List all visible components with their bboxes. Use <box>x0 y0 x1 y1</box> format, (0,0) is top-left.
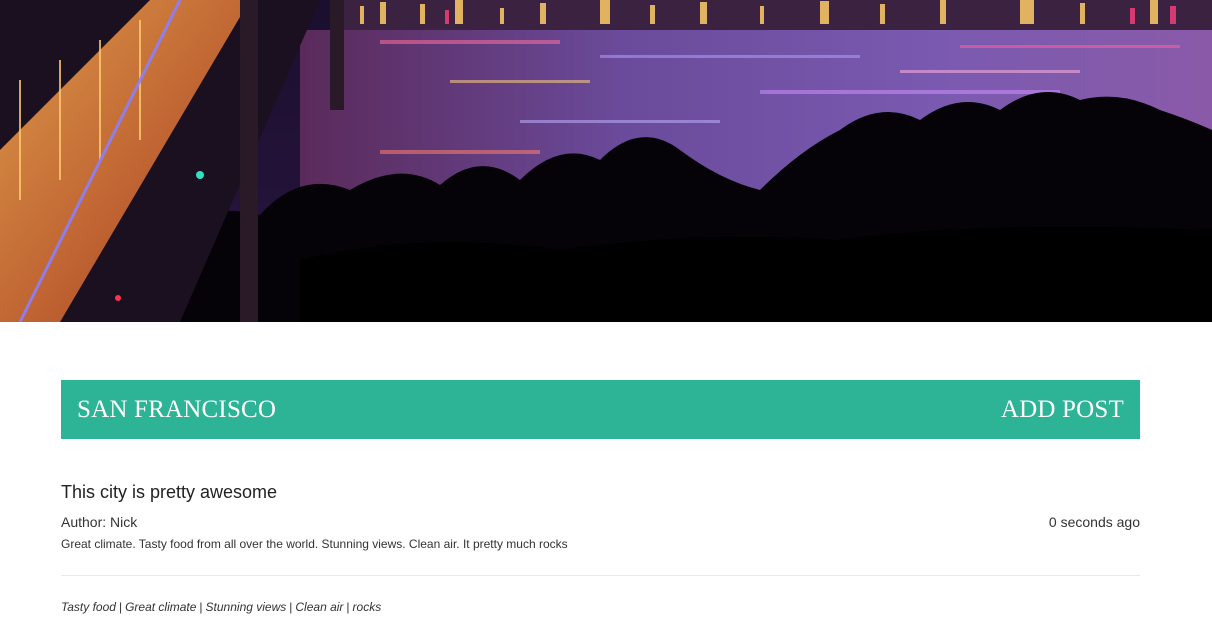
add-post-button[interactable]: ADD POST <box>1001 396 1124 424</box>
divider <box>61 575 1140 576</box>
post-title: This city is pretty awesome <box>61 482 278 502</box>
city-title: SAN FRANCISCO <box>77 395 277 423</box>
tag-separator: | <box>118 600 123 614</box>
post-body: Great climate. Tasty food from all over … <box>61 537 568 551</box>
tag-separator: | <box>199 600 203 614</box>
tag-link[interactable]: rocks <box>353 600 382 614</box>
tag-link[interactable]: Clean air <box>295 600 343 614</box>
tag-link[interactable]: Stunning views <box>206 600 287 614</box>
tag-separator: | <box>346 600 350 614</box>
post-timestamp: 0 seconds ago <box>1048 514 1140 530</box>
post-card: This city is pretty awesome Author: Nick… <box>61 478 1140 553</box>
hero-image <box>0 0 1212 322</box>
post-meta: Author: Nick 0 seconds ago <box>61 513 1140 531</box>
city-header-bar: SAN FRANCISCO ADD POST <box>61 380 1140 439</box>
tag-list: Tasty food | Great climate | Stunning views |… <box>61 598 381 616</box>
tag-link[interactable]: Great climate <box>125 600 196 614</box>
post-author: Author: Nick <box>61 514 138 530</box>
tag-link[interactable]: Tasty food <box>61 600 116 614</box>
